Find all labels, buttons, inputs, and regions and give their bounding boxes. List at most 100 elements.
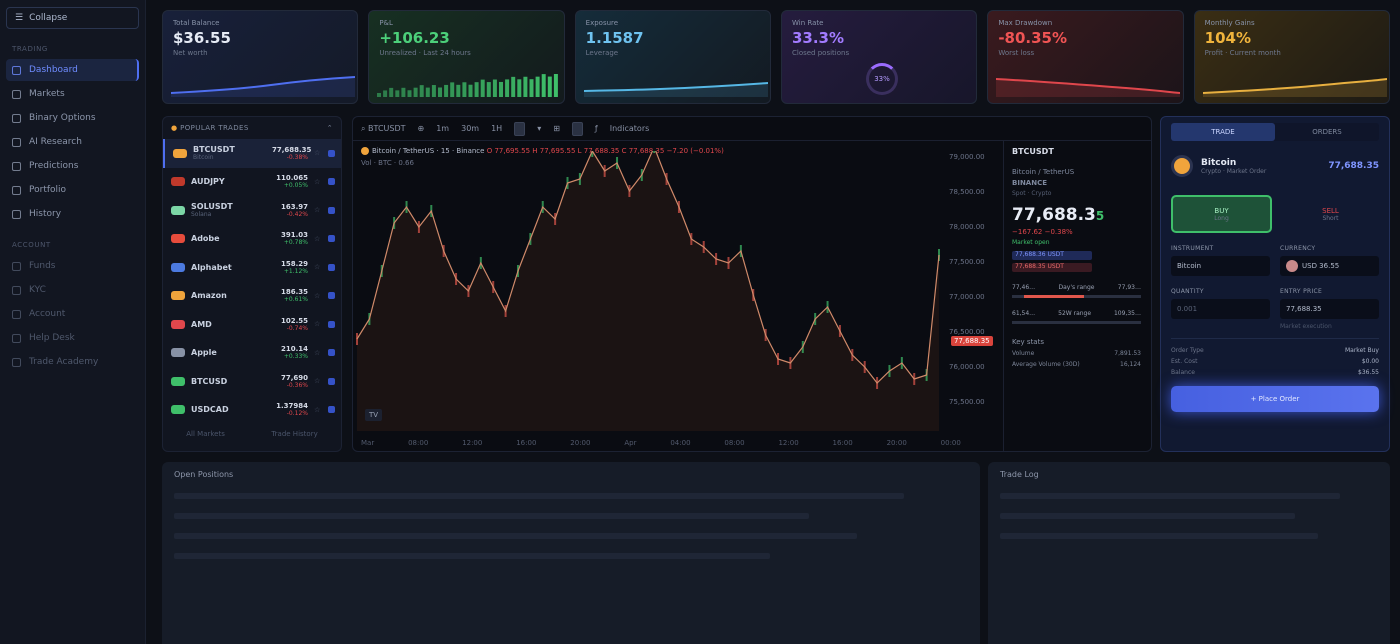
price-chart[interactable]: [353, 151, 949, 441]
chart-style-select[interactable]: 1H: [491, 124, 502, 133]
trader-row[interactable]: Apple 210.14 +0.33% ☆: [163, 339, 341, 368]
trader-list: BTCUSDT Bitcoin 77,688.35 -0.38% ☆ AUDJPY 110.…: [163, 139, 341, 424]
markets-icon: [12, 89, 21, 99]
trader-price: 391.03 +0.78%: [280, 231, 308, 247]
trader-price: 186.35 +0.61%: [280, 288, 308, 304]
indicators-icon[interactable]: ƒ: [595, 124, 598, 133]
trader-row[interactable]: Alphabet 158.29 +1.12% ☆: [163, 253, 341, 282]
bitcoin-icon: [1171, 155, 1193, 177]
trader-row[interactable]: BTCUSD 77,690 -0.36% ☆: [163, 367, 341, 396]
select-checkbox[interactable]: [328, 349, 335, 357]
favorite-star-icon[interactable]: ☆: [314, 377, 322, 385]
collapse-chevron-icon[interactable]: ⌃: [327, 124, 333, 132]
trader-price: 110.065 +0.05%: [276, 174, 308, 190]
summary-row: Est. Cost $0.00: [1171, 358, 1379, 365]
price-tick-label: 76,500.00: [949, 328, 985, 336]
sidebar-item-portfolio[interactable]: Portfolio: [6, 179, 139, 201]
details-exchange-name: BINANCE: [1012, 179, 1047, 187]
sidebar-item-trade-academy[interactable]: Trade Academy: [6, 351, 139, 373]
quantity-input[interactable]: 0.001: [1171, 299, 1270, 319]
pnl-bar: [395, 90, 400, 97]
bar-style-button[interactable]: [571, 121, 583, 136]
select-checkbox[interactable]: [328, 235, 335, 243]
compare-icon[interactable]: ⊞: [553, 124, 560, 133]
favorite-star-icon[interactable]: ☆: [314, 263, 322, 271]
favorite-star-icon[interactable]: ☆: [314, 349, 322, 357]
sidebar-item-binary-options[interactable]: Binary Options: [6, 107, 139, 129]
help-icon: [12, 333, 21, 343]
stat-value: 1.1587: [585, 29, 644, 47]
all-markets-link[interactable]: All Markets: [186, 430, 225, 438]
form-row: QUANTITY 0.001 ENTRY PRICE 77,688.35 Market…: [1171, 288, 1379, 330]
bid-pill[interactable]: 77,688.36 USDT: [1012, 251, 1092, 260]
stat-label: Total Balance: [173, 19, 220, 27]
table-row: [174, 533, 857, 539]
stat-card-win-rate[interactable]: Win Rate 33.3% Closed positions 33%: [780, 10, 978, 104]
favorite-star-icon[interactable]: ☆: [314, 149, 322, 157]
trader-price: 158.29 +1.12%: [280, 259, 308, 275]
interval-select[interactable]: 1m: [436, 124, 449, 133]
favorite-star-icon[interactable]: ☆: [314, 206, 322, 214]
ask-pill[interactable]: 77,688.35 USDT: [1012, 263, 1092, 272]
select-checkbox[interactable]: [328, 206, 335, 214]
favorite-star-icon[interactable]: ☆: [314, 235, 322, 243]
select-checkbox[interactable]: [328, 263, 335, 271]
sidebar-item-kyc[interactable]: KYC: [6, 279, 139, 301]
range-select[interactable]: 30m: [461, 124, 479, 133]
candle-style-button[interactable]: [514, 121, 526, 136]
sidebar-item-history[interactable]: History: [6, 203, 139, 225]
sidebar-item-ai-research[interactable]: AI Research: [6, 131, 139, 153]
sidebar-item-funds[interactable]: Funds: [6, 255, 139, 277]
sell-button[interactable]: SELL Short: [1282, 195, 1379, 233]
favorite-star-icon[interactable]: ☆: [314, 320, 322, 328]
pnl-bar: [438, 87, 443, 97]
select-checkbox[interactable]: [328, 320, 335, 328]
stat-card-pnl[interactable]: P&L +106.23 Unrealized · Last 24 hours: [368, 10, 565, 104]
trader-row[interactable]: Amazon 186.35 +0.61% ☆: [163, 282, 341, 311]
favorite-star-icon[interactable]: ☆: [314, 406, 322, 414]
buy-button[interactable]: BUY Long: [1171, 195, 1272, 233]
select-checkbox[interactable]: [328, 292, 335, 300]
chevron-down-icon[interactable]: ▾: [537, 124, 541, 133]
tab-trade[interactable]: TRADE: [1171, 123, 1275, 141]
entry-price-input[interactable]: 77,688.35: [1280, 299, 1379, 319]
trader-row[interactable]: AUDJPY 110.065 +0.05% ☆: [163, 168, 341, 197]
sidebar-item-markets[interactable]: Markets: [6, 83, 139, 105]
indicators-button[interactable]: Indicators: [610, 124, 650, 133]
sidebar-item-account[interactable]: Account: [6, 303, 139, 325]
stat-card-exposure[interactable]: Exposure 1.1587 Leverage: [574, 10, 771, 104]
pnl-bar: [420, 85, 425, 97]
select-checkbox[interactable]: [328, 178, 335, 186]
sidebar-item-dashboard[interactable]: Dashboard: [6, 59, 139, 81]
select-checkbox[interactable]: [328, 149, 335, 157]
favorite-star-icon[interactable]: ☆: [314, 178, 322, 186]
symbol-search[interactable]: ⌕ BTCUSDT: [361, 124, 406, 134]
sidebar: ☰ Collapse Trading Dashboard Markets Bin…: [0, 0, 146, 644]
trade-history-link[interactable]: Trade History: [271, 430, 317, 438]
trader-row[interactable]: SOLUSDT Solana 163.97 -0.42% ☆: [163, 196, 341, 225]
stat-card-balance[interactable]: Total Balance $36.55 Net worth: [162, 10, 359, 104]
trader-row[interactable]: BTCUSDT Bitcoin 77,688.35 -0.38% ☆: [163, 139, 341, 168]
select-checkbox[interactable]: [328, 406, 335, 414]
collapse-button[interactable]: ☰ Collapse: [6, 7, 139, 29]
instrument-select[interactable]: Bitcoin: [1171, 256, 1270, 276]
table-row: [174, 513, 810, 519]
add-symbol-icon[interactable]: ⊕: [418, 124, 425, 133]
details-price: 77,688.35: [1012, 205, 1141, 225]
stat-label: P&L: [379, 19, 393, 27]
pnl-bar: [493, 79, 498, 97]
select-checkbox[interactable]: [328, 377, 335, 385]
place-order-button[interactable]: + Place Order: [1171, 386, 1379, 412]
favorite-star-icon[interactable]: ☆: [314, 292, 322, 300]
sidebar-item-help-desk[interactable]: Help Desk: [6, 327, 139, 349]
stat-card-monthly-gains[interactable]: Monthly Gains 104% Profit · Current mont…: [1193, 10, 1390, 104]
trader-row[interactable]: AMD 102.55 -0.74% ☆: [163, 310, 341, 339]
trader-row[interactable]: USDCAD 1.37984 -0.12% ☆: [163, 396, 341, 425]
currency-select[interactable]: USD 36.55: [1280, 256, 1379, 276]
trader-row[interactable]: Adobe 391.03 +0.78% ☆: [163, 225, 341, 254]
stat-card-drawdown[interactable]: Max Drawdown -80.35% Worst loss: [987, 10, 1184, 104]
week-range-label: 52W range: [1058, 310, 1092, 317]
symbol-label: BTCUSDT: [368, 123, 406, 133]
tab-orders[interactable]: ORDERS: [1275, 123, 1379, 141]
sidebar-item-predictions[interactable]: Predictions: [6, 155, 139, 177]
